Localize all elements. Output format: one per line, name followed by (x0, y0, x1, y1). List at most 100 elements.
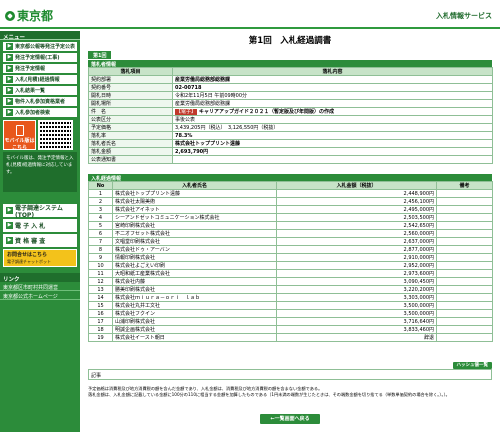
col-header-amount: 入札金額（税抜） (276, 181, 437, 190)
bid-name: 株式会社ドゥ・アーバン (112, 245, 277, 254)
bid-no: 3 (88, 205, 113, 214)
info-value-text: 産業労働局総務部総務課 (175, 101, 231, 107)
bid-amount: 2,637,000円 (276, 237, 437, 246)
mobile-version-button[interactable]: モバイル版はこちら (3, 120, 36, 151)
bid-remark (436, 189, 493, 198)
info-value: 令和2年11月5日 午前09時00分 (172, 91, 493, 100)
bid-row: 5 宮崎印刷株式会社 2,542,650円 (88, 221, 493, 230)
info-value-text: 事後公表 (175, 117, 196, 123)
sidebar-item-label: 電 子 入 札 (15, 223, 46, 230)
chatbot-button[interactable]: お問合せはこちら 電子調達チャットボット (3, 249, 77, 267)
main-content: 第1回 入札経過調書 第1回 落札者情報 落札項目 落札内容 契約部署 産業労働局… (84, 31, 496, 432)
bid-row: 18 明誠企画株式会社 3,833,460円 (88, 325, 493, 334)
info-label: 公表通知書 (88, 155, 173, 164)
bid-name: 株式会社太陽美術 (112, 197, 277, 206)
qr-code (38, 120, 73, 150)
bid-amount: 2,877,000円 (276, 245, 437, 254)
back-to-list-button[interactable]: ←一覧画面へ戻る (260, 414, 320, 424)
bid-remark (436, 253, 493, 262)
sidebar-item-participant-search[interactable]: ▶ 入札参加者検索 (3, 108, 77, 117)
bid-remark (436, 205, 493, 214)
info-label: 落札率 (88, 131, 173, 140)
bid-remark (436, 197, 493, 206)
info-value-text: 産業労働局総務部総務課 (175, 77, 231, 83)
bid-amount: 3,500,000円 (276, 301, 437, 310)
sidebar-menu-heading: メニュー (0, 31, 80, 41)
info-row: 落札金額 2,693,790円 (88, 147, 493, 156)
bid-row: 12 株式会社内藤 3,090,450円 (88, 277, 493, 286)
bid-name: 山浦印刷株式会社 (112, 317, 277, 326)
tokyo-logo[interactable]: 東京都 (5, 7, 53, 24)
bid-no: 12 (88, 277, 113, 286)
sidebar-item-e-bidding[interactable]: ▶ 電 子 入 札 (3, 219, 77, 232)
bid-amount: 2,910,000円 (276, 253, 437, 262)
remarks-label: 記事 (91, 373, 102, 379)
info-row: 落札率 78.3% (88, 131, 493, 140)
remarks-box: 記事 (88, 369, 492, 380)
bid-row: 11 大昭和紙工産業株式会社 2,973,600円 (88, 269, 493, 278)
arrow-right-icon: ▶ (6, 76, 13, 83)
bid-remark (436, 317, 493, 326)
sidebar-item-bid-results[interactable]: ▶ 入札結果一覧 (3, 86, 77, 95)
info-label: 開札日時 (88, 91, 173, 100)
sidebar-item-label: 資 格 審 査 (15, 238, 46, 245)
bid-remark (436, 293, 493, 302)
bid-no: 6 (88, 229, 113, 238)
col-header-bidder: 入札者氏名 (112, 181, 277, 190)
bid-remark (436, 301, 493, 310)
link-tokyo-official[interactable]: 東京都公式ホームページ (0, 291, 80, 300)
info-value-text: 令和2年11月5日 午前09時00分 (175, 93, 248, 99)
bid-no: 18 (88, 325, 113, 334)
info-value: 02-00718 (172, 83, 493, 92)
bid-row: 16 株式会社フクイン 3,500,000円 (88, 309, 493, 318)
bid-no: 11 (88, 269, 113, 278)
bid-remark (436, 213, 493, 222)
bid-name: 株式会社丸井工文社 (112, 301, 277, 310)
info-row: 落札者氏名 株式会社トッププリント遠藤 (88, 139, 493, 148)
sidebar-item-construction-schedule[interactable]: ▶ 発注予定情報(工事) (3, 53, 77, 62)
info-value: 3,439,205円（税込） 3,126,550円（税抜） (172, 123, 493, 132)
arrow-right-icon: ▶ (6, 65, 13, 72)
sidebar-item-label: 東京都公報等発注予定公表 (15, 44, 76, 50)
info-row: 予定価格 3,439,205円（税込） 3,126,550円（税抜） (88, 123, 493, 132)
info-value: 2,693,790円 (172, 147, 493, 156)
bid-name: 勝美印刷株式会社 (112, 285, 277, 294)
bid-name: 不二オフセット株式会社 (112, 229, 277, 238)
info-value: 【電子】 キャリアアップガイド２０２１（暫定版及び年間版）の作成 (172, 107, 493, 116)
info-value-text: 3,439,205円（税込） 3,126,550円（税抜） (175, 125, 279, 131)
links-heading: リンク (0, 273, 80, 283)
col-header-content: 落札内容 (172, 67, 493, 76)
bid-name: 株式会社イースト朝日 (112, 333, 277, 342)
sidebar-item-public-schedule[interactable]: ▶ 東京都公報等発注予定公表 (3, 42, 77, 51)
sidebar-item-qualified-vendors[interactable]: ▶ 物件入札参加資格業者 (3, 97, 77, 106)
bid-amount: 2,542,650円 (276, 221, 437, 230)
service-title: 入札情報サービス (436, 12, 492, 20)
sidebar-item-order-schedule[interactable]: ▶ 発注予定情報 (3, 64, 77, 73)
phone-icon (15, 125, 24, 136)
mobile-section: モバイル版はこちら (3, 120, 77, 151)
arrow-right-icon: ▶ (6, 222, 13, 229)
bid-no: 16 (88, 309, 113, 318)
col-header-item: 落札項目 (88, 67, 173, 76)
bid-remark (436, 269, 493, 278)
info-row: 契約部署 産業労働局総務部総務課 (88, 75, 493, 84)
bid-remark (436, 229, 493, 238)
sidebar-item-e-procurement-top[interactable]: ▶ 電子調達システム(TOP) (3, 204, 77, 219)
info-label: 予定価格 (88, 123, 173, 132)
tab-round-1[interactable]: 第1回 (88, 51, 112, 59)
bid-amount: 3,833,460円 (276, 325, 437, 334)
bid-remark (436, 325, 493, 334)
col-header-remark: 備考 (436, 181, 493, 190)
bid-no: 15 (88, 301, 113, 310)
info-row: 公表通知書 (88, 155, 493, 164)
link-municipal-joint[interactable]: 東京都区市町村共同運営 (0, 282, 80, 291)
hash-list-button[interactable]: ハッシュ値一覧 (452, 362, 492, 369)
arrow-right-icon: ▶ (6, 109, 13, 116)
sidebar-item-bid-progress[interactable]: ▶ 入札(見積)経過情報 (3, 75, 77, 84)
bid-row: 6 不二オフセット株式会社 2,560,000円 (88, 229, 493, 238)
bid-remark (436, 277, 493, 286)
bid-row: 1 株式会社トッププリント遠藤 2,448,900円 (88, 189, 493, 198)
bid-row: 15 株式会社丸井工文社 3,500,000円 (88, 301, 493, 310)
sidebar-item-qualification[interactable]: ▶ 資 格 審 査 (3, 234, 77, 247)
bid-remark (436, 237, 493, 246)
